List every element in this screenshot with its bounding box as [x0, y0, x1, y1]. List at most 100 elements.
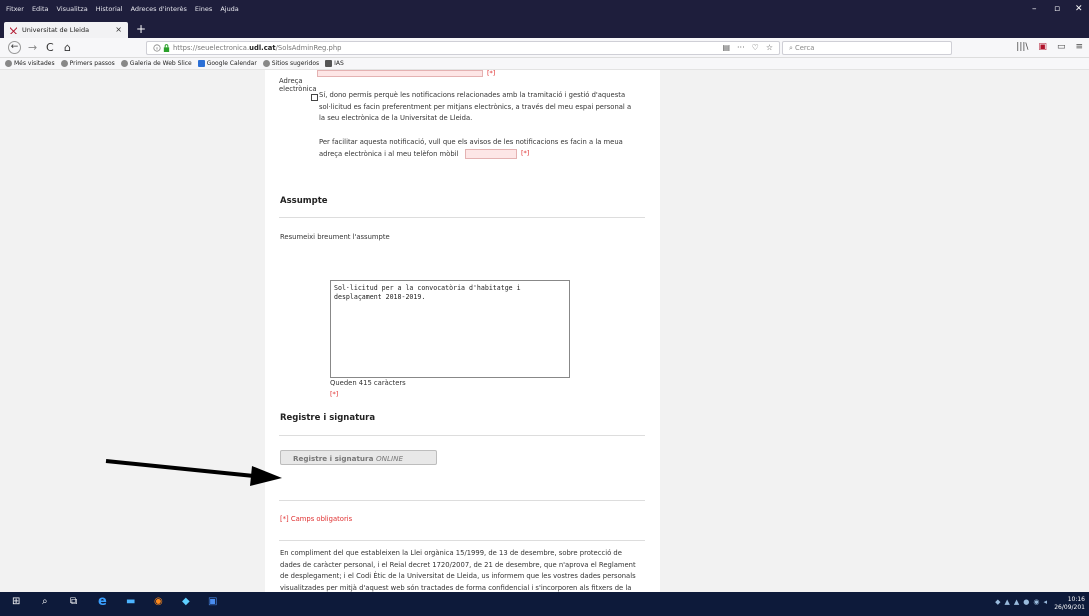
menu-bar: Fitxer Edita Visualitza Historial Adrece… [6, 5, 239, 13]
menu-visualitza[interactable]: Visualitza [57, 5, 88, 13]
tab-close-icon[interactable]: × [115, 25, 122, 34]
bookmark-label: Més visitades [14, 60, 55, 67]
url-bar[interactable]: https://seuelectronica.udl.cat/SolsAdmin… [146, 41, 780, 55]
bookmark-label: Galeria de Web Slice [129, 60, 192, 67]
url-prefix: https://seuelectronica. [173, 44, 250, 52]
signature-online-button[interactable]: Registre i signatura ONLINE [280, 450, 437, 465]
page-actions-icon[interactable]: ··· [737, 43, 745, 52]
reader-view-icon[interactable]: ▤ [722, 43, 730, 52]
clock-time: 10:16 [1067, 596, 1085, 603]
folder-icon [325, 60, 333, 67]
title-bar: Fitxer Edita Visualitza Historial Adrece… [0, 0, 1089, 20]
tray-app-icon[interactable]: ◉ [1033, 598, 1039, 606]
menu-adreces[interactable]: Adreces d'interès [131, 5, 187, 13]
globe-icon [262, 60, 270, 67]
subject-textarea[interactable] [330, 280, 570, 378]
legal-divider [279, 540, 645, 541]
menu-eines[interactable]: Eines [195, 5, 212, 13]
tab-title: Universitat de Lleida [22, 26, 90, 34]
task-view-icon[interactable]: ⧉ [70, 596, 77, 607]
email-label-top: Adreça [279, 77, 303, 85]
udl-favicon-icon [10, 26, 17, 34]
signature-button-online: ONLINE [375, 454, 404, 463]
subject-required-mark: [*] [330, 390, 339, 398]
page-viewport: Adreça electrònica [*] Sí, dono permís p… [0, 70, 1089, 592]
clock-date: 26/09/201 [1054, 604, 1085, 611]
notify-line-2-text: adreça electrònica i al meu telèfon mòbi… [319, 149, 459, 158]
legal-line-1: En compliment del que estableixen la Lle… [280, 549, 622, 557]
lock-icon [163, 44, 170, 52]
legal-text: En compliment del que estableixen la Lle… [280, 548, 658, 592]
tray-app-icon[interactable]: ▲ [1004, 598, 1009, 606]
volume-icon[interactable]: ◂ [1043, 598, 1047, 606]
tray-app-icon[interactable]: ● [1023, 598, 1029, 606]
close-window-button[interactable]: ✕ [1075, 4, 1083, 14]
legal-line-3: de desplegament; i el Codi Ètic de la Un… [280, 572, 636, 580]
new-tab-button[interactable]: + [136, 22, 146, 36]
sidebar-icon[interactable]: ▭ [1057, 42, 1066, 52]
pdf-extension-icon[interactable]: ▣ [1038, 42, 1047, 52]
form-page: Adreça electrònica [*] Sí, dono permís p… [265, 70, 660, 592]
signature-button-label: Registre i signatura [293, 454, 374, 463]
back-button[interactable]: ← [8, 41, 21, 54]
menu-ajuda[interactable]: Ajuda [220, 5, 238, 13]
signature-divider [279, 435, 645, 436]
legal-line-4: visualitzades per mitjà d'aquest web són… [280, 583, 632, 592]
globe-icon [120, 60, 128, 67]
bookmark-label: IAS [334, 60, 344, 67]
menu-historial[interactable]: Historial [96, 5, 123, 13]
search-taskbar-icon[interactable]: ⌕ [42, 596, 48, 607]
phone-field[interactable] [465, 149, 517, 159]
bookmark-label: Sitios sugeridos [271, 60, 320, 67]
hamburger-menu-icon[interactable]: ≡ [1075, 42, 1083, 52]
reload-button[interactable]: C [46, 41, 54, 54]
edge-icon[interactable]: e [98, 594, 107, 609]
bookmark-primers-passos[interactable]: Primers passos [60, 60, 115, 67]
windows-start-icon[interactable]: ⊞ [12, 596, 20, 607]
nav-bar: ← → C ⌂ https://seuelectronica.udl.cat/S… [0, 38, 1089, 58]
consent-text: Sí, dono permís perquè les notificacions… [319, 90, 659, 125]
email-required-mark: [*] [487, 70, 496, 77]
bookmark-label: Primers passos [69, 60, 115, 67]
bookmark-mes-visitades[interactable]: Més visitades [5, 60, 55, 67]
taskbar-clock[interactable]: 10:16 26/09/201 [1054, 596, 1085, 612]
consent-line-3: la seu electrònica de la Universitat de … [319, 114, 473, 122]
email-field[interactable] [317, 70, 483, 77]
email-label-bottom: electrònica [279, 85, 317, 93]
globe-icon [60, 60, 68, 67]
menu-fitxer[interactable]: Fitxer [6, 5, 24, 13]
home-button[interactable]: ⌂ [64, 41, 71, 54]
library-icon[interactable]: |||\ [1016, 42, 1028, 52]
subject-instruction: Resumeixi breument l'assumpte [280, 233, 390, 241]
url-domain: udl.cat [249, 44, 276, 52]
app-icon[interactable]: ◆ [182, 596, 190, 607]
bookmark-galeria[interactable]: Galeria de Web Slice [120, 60, 192, 67]
taskbar: ⊞ ⌕ ⧉ e ▬ ◉ ◆ ▣ ◆ ▲ ▲ ● ◉ ◂ 10:16 26/09/… [0, 592, 1089, 616]
browser-tab[interactable]: Universitat de Lleida × [4, 22, 128, 38]
firefox-icon[interactable]: ◉ [154, 596, 163, 607]
subject-divider [279, 217, 645, 218]
menu-edita[interactable]: Edita [32, 5, 49, 13]
subject-heading: Assumpte [280, 196, 328, 206]
restore-button[interactable]: ▫ [1054, 4, 1060, 14]
bookmark-ias[interactable]: IAS [325, 60, 344, 67]
consent-line-2: sol·licitud es facin preferentment per m… [319, 102, 632, 111]
url-bar-icons: ▤ ··· ♡ ☆ [722, 43, 773, 52]
network-icon[interactable]: ◆ [995, 598, 1000, 606]
bookmark-google-calendar[interactable]: Google Calendar [197, 60, 257, 67]
calendar-icon [197, 60, 205, 67]
store-icon[interactable]: ▬ [126, 596, 135, 607]
pocket-icon[interactable]: ♡ [752, 43, 759, 52]
bookmark-sitios-sugeridos[interactable]: Sitios sugeridos [262, 60, 320, 67]
search-input[interactable]: ⌕ Cerca [782, 41, 952, 55]
minimize-button[interactable]: – [1032, 4, 1037, 14]
bottom-divider [279, 500, 645, 501]
word-icon[interactable]: ▣ [208, 596, 217, 607]
bookmark-star-icon[interactable]: ☆ [766, 43, 773, 52]
tray-app-icon[interactable]: ▲ [1014, 598, 1019, 606]
required-fields-note: [*] Camps obligatoris [280, 515, 353, 523]
consent-checkbox[interactable] [311, 94, 318, 101]
forward-button[interactable]: → [28, 41, 37, 54]
notify-line-1: Per facilitar aquesta notificació, vull … [319, 138, 623, 146]
toolbar-right-icons: |||\ ▣ ▭ ≡ [1016, 42, 1083, 52]
